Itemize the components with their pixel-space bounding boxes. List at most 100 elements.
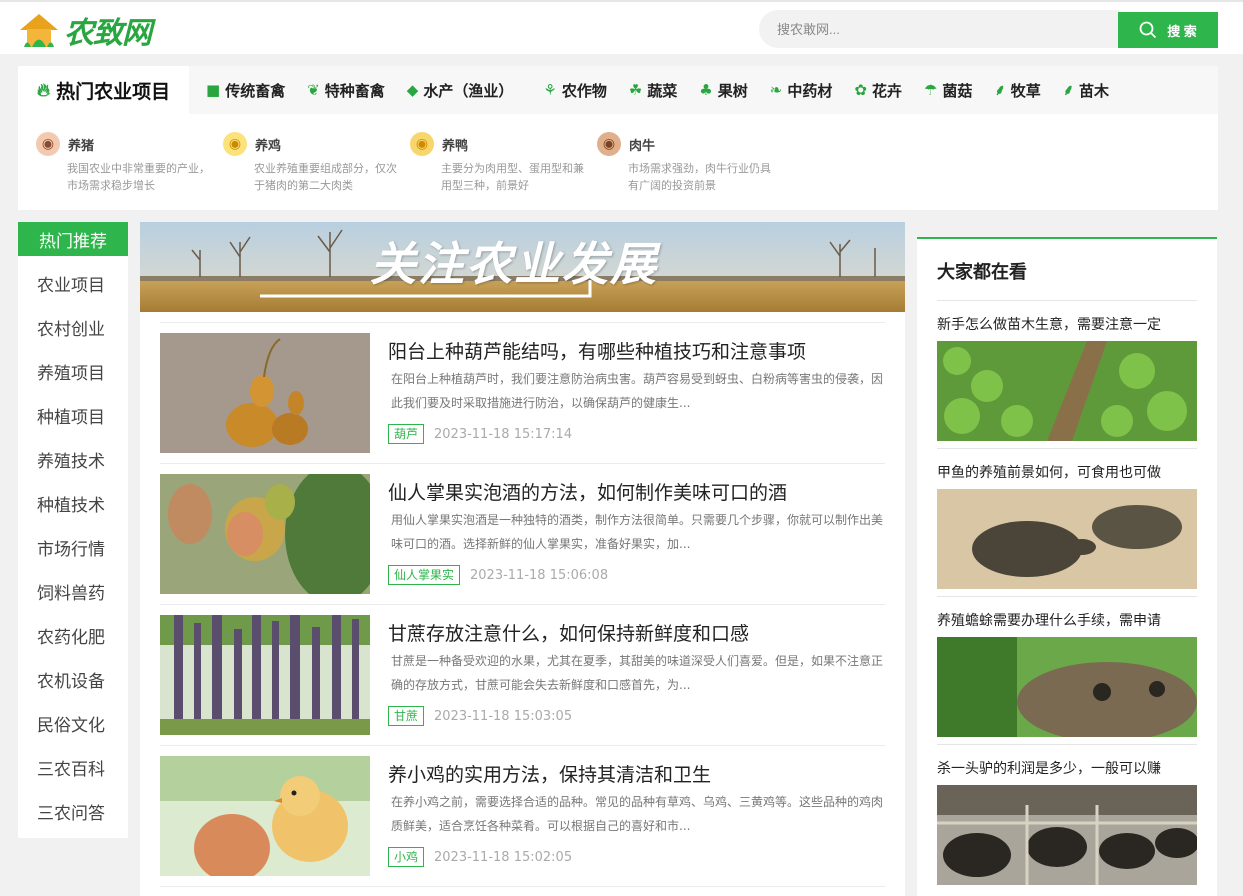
sprout-icon: ⸙ (1062, 81, 1074, 99)
popular-item-title[interactable]: 甲鱼的养殖前景如何，可食用也可做 (937, 462, 1197, 482)
subcategory-desc: 农业养殖重要组成部分，仅次于猪肉的第二大肉类 (254, 162, 397, 192)
sidebar-item[interactable]: 农村创业 (18, 305, 128, 349)
popular-item-title[interactable]: 养殖蟾蜍需要办理什么手续，需申请 (937, 610, 1197, 630)
article-item[interactable]: 甘蔗存放注意什么，如何保持新鲜度和口感 甘蔗是一种备受欢迎的水果，尤其在夏季，其… (160, 604, 885, 745)
article-title[interactable]: 仙人掌果实泡酒的方法，如何制作美味可口的酒 (388, 478, 787, 505)
popular-item-image[interactable] (937, 341, 1197, 441)
sidebar-item[interactable]: 市场行情 (18, 525, 128, 569)
nav-item-hot-projects[interactable]: 🔥︎ 热门农业项目 (18, 66, 189, 114)
sidebar-item[interactable]: 农机设备 (18, 657, 128, 701)
nav-item-fruit-trees[interactable]: ♣ 果树 (694, 80, 752, 101)
popular-item-image[interactable] (937, 785, 1197, 885)
sidebar-item[interactable]: 民俗文化 (18, 701, 128, 745)
wheat-icon: ⚘ (543, 81, 557, 99)
popular-item-title[interactable]: 杀一头驴的利润是多少，一般可以赚 (937, 758, 1197, 778)
flower-icon: ✿ (854, 81, 867, 99)
search-button[interactable]: 搜 索 (1118, 12, 1218, 48)
sidebar-item[interactable]: 农业项目 (18, 261, 128, 305)
sidebar-item[interactable]: 养殖项目 (18, 349, 128, 393)
leaf-icon: ❧ (769, 81, 783, 99)
bird-icon: ❦ (307, 81, 320, 99)
article-summary: 甘蔗是一种备受欢迎的水果，尤其在夏季，其甜美的味道深受人们喜爱。但是，如果不注意… (391, 654, 884, 692)
article-list: 关注农业发展 阳台上种葫芦能结吗，有哪些种植技巧和注意事项 在阳台上种植葫芦时，… (140, 222, 905, 896)
popular-item[interactable]: 养殖蟾蜍需要办理什么手续，需申请 (937, 596, 1197, 737)
site-logo[interactable]: 农致网 (18, 8, 152, 52)
article-item[interactable]: 仙人掌果实泡酒的方法，如何制作美味可口的酒 用仙人掌果实泡酒是一种独特的酒类，制… (160, 463, 885, 604)
subcategory-duck[interactable]: ◉ 养鸭 主要分为肉用型、蛋用型和兼用型三种，前景好 (410, 132, 590, 194)
fish-icon: ◆ (406, 81, 419, 99)
sidebar-item[interactable]: 农药化肥 (18, 613, 128, 657)
article-summary: 在养小鸡之前，需要选择合适的品种。常见的品种有草鸡、乌鸡、三黄鸡等。这些品种的鸡… (391, 795, 884, 833)
popular-item-title[interactable]: 新手怎么做苗木生意，需要注意一定 (937, 314, 1197, 334)
article-tag[interactable]: 甘蔗 (388, 706, 425, 726)
article-item[interactable]: 养小鸡的实用方法，保持其清洁和卫生 在养小鸡之前，需要选择合适的品种。常见的品种… (160, 745, 885, 886)
popular-title: 大家都在看 (937, 262, 1027, 283)
grass-icon: ⸙ (994, 81, 1006, 99)
nav-item-flowers[interactable]: ✿ 花卉 (849, 80, 907, 101)
article-date: 2023-11-18 15:17:14 (434, 426, 573, 442)
subcategory-pig[interactable]: ◉ 养猪 我国农业中非常重要的产业，市场需求稳步增长 (36, 132, 216, 194)
article-summary: 用仙人掌果实泡酒是一种独特的酒类，制作方法很简单。只需要几个步骤，你就可以制作出… (391, 513, 884, 551)
nav-item-label: 菌菇 (942, 81, 973, 100)
article-thumbnail[interactable] (160, 474, 370, 594)
pig-face-icon: ◉ (36, 132, 60, 156)
subcategory-title: 养猪 (68, 138, 95, 154)
nav-item-label: 花卉 (871, 81, 902, 100)
popular-item[interactable]: 杀一头驴的利润是多少，一般可以赚 (937, 744, 1197, 885)
chick-icon: ◉ (223, 132, 247, 156)
tree-icon: ♣ (699, 81, 713, 99)
sidebar-item[interactable]: 三农百科 (18, 745, 128, 789)
nav-item-label: 蔬菜 (647, 81, 678, 100)
subcategory-beef[interactable]: ◉ 肉牛 市场需求强劲，肉牛行业仍具有广阔的投资前景 (597, 132, 777, 194)
turtle-image (937, 489, 1197, 589)
flame-icon: 🔥︎ (36, 79, 51, 101)
nav-item-herbs[interactable]: ❧ 中药材 (765, 80, 838, 101)
vegetable-icon: ☘ (628, 81, 643, 99)
cow-icon: ◉ (597, 132, 621, 156)
sidebar-item[interactable]: 种植项目 (18, 393, 128, 437)
donkeys-image (937, 785, 1197, 885)
sidebar-item[interactable]: 种植技术 (18, 481, 128, 525)
article-title[interactable]: 阳台上种葫芦能结吗，有哪些种植技巧和注意事项 (388, 337, 806, 364)
farmhouse-logo-icon (20, 14, 58, 47)
sidebar-item[interactable]: 三农问答 (18, 789, 128, 833)
nav-item-livestock[interactable]: ■ 传统畜禽 (201, 80, 290, 101)
nav-item-label: 水产（渔业） (423, 81, 514, 100)
nav-item-aquatic[interactable]: ◆ 水产（渔业） (402, 80, 519, 101)
popular-item-image[interactable] (937, 637, 1197, 737)
nav-item-special-livestock[interactable]: ❦ 特种畜禽 (302, 80, 390, 101)
nav-item-mushrooms[interactable]: ☂ 菌菇 (919, 80, 977, 101)
sidebar-item[interactable]: 饲料兽药 (18, 569, 128, 613)
article-tag[interactable]: 葫芦 (388, 424, 425, 444)
search-icon (1139, 21, 1157, 39)
subcategory-desc: 市场需求强劲，肉牛行业仍具有广阔的投资前景 (628, 162, 771, 192)
search-input[interactable] (777, 19, 1097, 39)
article-tag[interactable]: 仙人掌果实 (388, 565, 461, 585)
banner[interactable]: 关注农业发展 (140, 222, 905, 312)
article-title[interactable]: 养小鸡的实用方法，保持其清洁和卫生 (388, 760, 711, 787)
article-tag[interactable]: 小鸡 (388, 847, 425, 867)
list-divider (160, 886, 885, 887)
article-thumbnail[interactable] (160, 333, 370, 453)
nav-item-vegetables[interactable]: ☘ 蔬菜 (624, 80, 682, 101)
search-box (759, 10, 1119, 48)
popular-item[interactable]: 甲鱼的养殖前景如何，可食用也可做 (937, 448, 1197, 589)
nav-item-label: 热门农业项目 (56, 80, 171, 103)
popular-item-image[interactable] (937, 489, 1197, 589)
article-thumbnail[interactable] (160, 756, 370, 876)
duck-icon: ◉ (410, 132, 434, 156)
article-title[interactable]: 甘蔗存放注意什么，如何保持新鲜度和口感 (388, 619, 749, 646)
subcategory-title: 养鸭 (442, 138, 469, 154)
popular-item[interactable]: 新手怎么做苗木生意，需要注意一定 (937, 300, 1197, 441)
sidebar-item[interactable]: 养殖技术 (18, 437, 128, 481)
subcategory-desc: 我国农业中非常重要的产业，市场需求稳步增长 (67, 162, 210, 192)
subcategory-chicken[interactable]: ◉ 养鸡 农业养殖重要组成部分，仅次于猪肉的第二大肉类 (223, 132, 403, 194)
nav-item-crops[interactable]: ⚘ 农作物 (538, 80, 611, 101)
nav-item-saplings[interactable]: ⸙ 苗木 (1058, 80, 1114, 101)
popular-panel: 大家都在看 新手怎么做苗木生意，需要注意一定 甲鱼的养殖前景如何，可食用也可做 … (917, 237, 1217, 896)
article-date: 2023-11-18 15:02:05 (434, 849, 573, 865)
article-item[interactable]: 阳台上种葫芦能结吗，有哪些种植技巧和注意事项 在阳台上种植葫芦时，我们要注意防治… (160, 322, 885, 463)
nav-item-grass[interactable]: ⸙ 牧草 (989, 80, 1045, 101)
sidebar-head[interactable]: 热门推荐 (18, 222, 128, 256)
article-thumbnail[interactable] (160, 615, 370, 735)
